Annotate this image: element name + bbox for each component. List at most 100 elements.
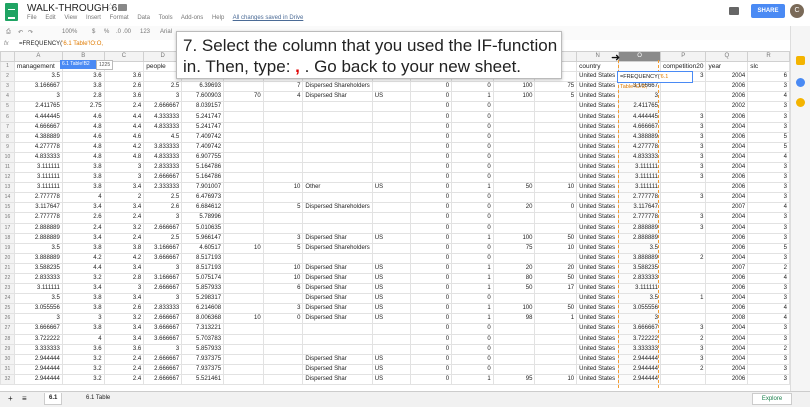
table-cell[interactable]: US [371, 272, 411, 285]
all-sheets-icon[interactable]: ≡ [18, 393, 31, 404]
table-cell[interactable]: 2004 [705, 151, 749, 163]
table-cell[interactable] [534, 333, 578, 345]
table-cell[interactable]: 0 [451, 172, 494, 184]
table-cell[interactable]: 0 [451, 192, 494, 204]
table-cell[interactable]: 4 [747, 303, 790, 315]
row-number[interactable]: 20 [0, 252, 15, 264]
row-number[interactable]: 27 [0, 323, 15, 335]
table-cell[interactable]: 2 [747, 343, 790, 355]
table-cell[interactable]: 3.8 [61, 242, 105, 254]
table-cell[interactable]: 0 [451, 293, 494, 305]
table-cell[interactable]: United States [576, 272, 620, 285]
table-cell[interactable] [492, 252, 536, 264]
table-cell[interactable] [534, 323, 578, 335]
table-cell[interactable]: 3.4 [103, 202, 145, 214]
table-cell[interactable]: 2004 [705, 363, 749, 375]
table-cell[interactable]: 3 [262, 232, 304, 244]
table-cell[interactable] [492, 101, 536, 113]
table-cell[interactable]: 2004 [705, 161, 749, 174]
table-cell[interactable] [262, 343, 304, 355]
row-number[interactable]: 2 [0, 71, 15, 83]
table-cell[interactable]: 3.4 [103, 182, 145, 194]
table-cell[interactable] [262, 373, 304, 386]
table-cell[interactable]: 2.411765 [13, 101, 63, 113]
table-cell[interactable]: 0 [409, 242, 453, 254]
row-number[interactable]: 9 [0, 141, 15, 153]
corner-cell[interactable] [0, 51, 15, 62]
table-cell[interactable]: 80 [492, 272, 536, 285]
table-cell[interactable]: 2004 [705, 323, 749, 335]
table-cell[interactable] [223, 262, 264, 274]
menu-format[interactable]: Format [110, 15, 129, 21]
table-cell[interactable]: 3.8 [103, 242, 145, 254]
table-cell[interactable]: 2.833333 [618, 272, 661, 285]
table-cell[interactable] [492, 222, 536, 234]
table-cell[interactable] [659, 91, 707, 103]
table-cell[interactable]: 3.2 [103, 222, 145, 234]
table-cell[interactable]: United States [576, 353, 620, 365]
table-cell[interactable] [659, 81, 707, 93]
table-cell[interactable] [534, 141, 578, 153]
table-cell[interactable]: 7.600903 [181, 91, 225, 103]
table-cell[interactable]: 3.6 [103, 343, 145, 355]
table-cell[interactable]: 3 [659, 212, 707, 224]
table-cell[interactable] [492, 333, 536, 345]
table-cell[interactable]: 70 [223, 91, 264, 103]
table-cell[interactable]: Dispersed Shar [302, 262, 373, 274]
table-cell[interactable]: 0 [409, 192, 453, 204]
table-cell[interactable]: 3.4 [103, 333, 145, 345]
table-cell[interactable]: US [371, 353, 411, 365]
column-header-p[interactable]: P [659, 51, 707, 62]
table-cell[interactable] [262, 131, 304, 143]
table-cell[interactable]: 2 [659, 363, 707, 375]
table-cell[interactable]: United States [576, 303, 620, 315]
table-cell[interactable] [262, 363, 304, 375]
table-cell[interactable]: 3.055556 [618, 303, 661, 315]
add-sheet-icon[interactable]: + [4, 393, 17, 404]
table-cell[interactable]: 4.60517 [181, 242, 225, 254]
table-cell[interactable]: United States [576, 333, 620, 345]
table-cell[interactable]: 2006 [705, 172, 749, 184]
table-cell[interactable]: 8.517193 [181, 262, 225, 274]
table-cell[interactable] [371, 101, 411, 113]
table-cell[interactable]: United States [576, 293, 620, 305]
table-cell[interactable]: 0 [409, 323, 453, 335]
table-cell[interactable]: 50 [492, 182, 536, 194]
table-cell[interactable] [223, 81, 264, 93]
table-cell[interactable]: Dispersed Shar [302, 313, 373, 325]
table-cell[interactable]: 3.111111 [13, 182, 63, 194]
table-cell[interactable]: 5.164786 [181, 161, 225, 174]
table-cell[interactable]: United States [576, 151, 620, 163]
table-cell[interactable]: 0 [451, 161, 494, 174]
table-cell[interactable]: 1 [534, 313, 578, 325]
table-cell[interactable]: 3.5 [618, 293, 661, 305]
menu-file[interactable]: File [27, 15, 37, 21]
table-cell[interactable] [371, 202, 411, 214]
table-cell[interactable] [534, 353, 578, 365]
table-cell[interactable] [659, 101, 707, 113]
header-cell[interactable]: slc [747, 60, 790, 73]
table-cell[interactable] [302, 323, 373, 335]
row-number[interactable]: 29 [0, 343, 15, 355]
table-cell[interactable]: 0 [409, 182, 453, 194]
table-cell[interactable]: 1 [451, 262, 494, 274]
table-cell[interactable]: 95 [492, 373, 536, 386]
table-cell[interactable]: 6.907755 [181, 151, 225, 163]
table-cell[interactable] [223, 212, 264, 224]
table-cell[interactable]: 0 [451, 131, 494, 143]
table-cell[interactable]: 3.166667 [13, 81, 63, 93]
table-cell[interactable]: 7.409742 [181, 131, 225, 143]
table-cell[interactable] [302, 343, 373, 355]
table-cell[interactable] [262, 293, 304, 305]
table-cell[interactable]: 2.333333 [143, 182, 183, 194]
table-cell[interactable] [302, 252, 373, 264]
table-cell[interactable] [302, 111, 373, 123]
table-cell[interactable]: 5.857933 [181, 283, 225, 295]
table-cell[interactable]: United States [576, 242, 620, 254]
table-cell[interactable]: 0 [409, 141, 453, 153]
table-cell[interactable]: 8.039157 [181, 101, 225, 113]
table-cell[interactable]: 5.857933 [181, 343, 225, 355]
table-cell[interactable]: 2.944444 [13, 363, 63, 375]
table-cell[interactable]: 4.4 [61, 262, 105, 274]
table-cell[interactable]: 3.2 [61, 363, 105, 375]
